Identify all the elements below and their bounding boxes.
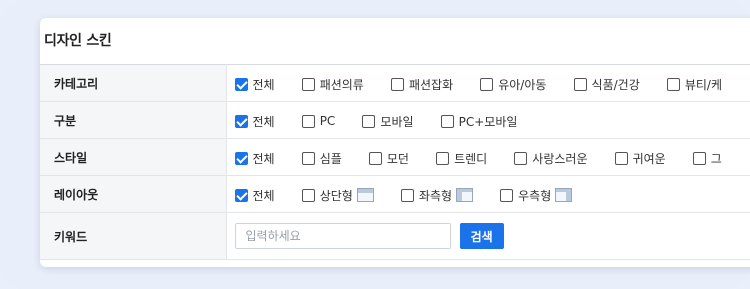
option-layout-top[interactable]: 상단형 <box>301 187 374 204</box>
option-mobile[interactable]: 모바일 <box>362 113 414 130</box>
option-more[interactable]: 그 <box>692 150 722 167</box>
option-trendy[interactable]: 트렌디 <box>436 150 487 167</box>
option-cute[interactable]: 귀여운 <box>614 150 666 167</box>
checkbox[interactable] <box>440 114 454 128</box>
search-button[interactable]: 검색 <box>459 223 504 249</box>
option-kids[interactable]: 유아/아동 <box>480 76 546 93</box>
layout-top-icon <box>356 188 374 202</box>
layout-right-icon <box>555 188 573 202</box>
option-pc[interactable]: PC <box>301 114 335 128</box>
option-all[interactable]: 전체 <box>234 76 275 93</box>
filter-row-layout: 레이아웃 전체 상단형 좌측형 우측형 <box>40 175 750 213</box>
option-lovely[interactable]: 사랑스러운 <box>514 150 587 167</box>
checkbox[interactable] <box>301 114 315 128</box>
checkbox[interactable] <box>400 188 414 202</box>
checkbox[interactable] <box>390 77 404 91</box>
option-layout-right[interactable]: 우측형 <box>500 187 573 204</box>
option-modern[interactable]: 모던 <box>368 150 409 167</box>
row-label: 키워드 <box>40 212 227 260</box>
checkbox[interactable] <box>301 151 315 165</box>
filter-table: 카테고리 전체 패션의류 패션잡화 유아/아동 식품/건강 뷰티/케 구분 전체 <box>40 64 750 260</box>
design-skin-panel: 디자인 스킨 카테고리 전체 패션의류 패션잡화 유아/아동 식품/건강 뷰티/… <box>40 18 750 267</box>
checkbox[interactable] <box>234 151 248 165</box>
checkbox[interactable] <box>614 151 628 165</box>
checkbox[interactable] <box>573 77 587 91</box>
row-label: 카테고리 <box>40 64 227 102</box>
filter-row-keyword: 키워드 검색 <box>40 212 750 260</box>
checkbox[interactable] <box>362 114 376 128</box>
checkbox[interactable] <box>234 77 248 91</box>
panel-title: 디자인 스킨 <box>44 33 112 49</box>
option-food-health[interactable]: 식품/건강 <box>573 76 640 93</box>
checkbox[interactable] <box>514 151 528 165</box>
row-label: 스타일 <box>40 138 227 176</box>
filter-row-type: 구분 전체 PC 모바일 PC+모바일 <box>40 101 750 139</box>
checkbox[interactable] <box>234 114 248 128</box>
filter-row-category: 카테고리 전체 패션의류 패션잡화 유아/아동 식품/건강 뷰티/케 <box>40 64 750 102</box>
option-all[interactable]: 전체 <box>234 187 275 204</box>
checkbox[interactable] <box>301 77 315 91</box>
checkbox[interactable] <box>692 151 706 165</box>
option-beauty[interactable]: 뷰티/케 <box>666 76 722 93</box>
option-all[interactable]: 전체 <box>234 150 275 167</box>
option-simple[interactable]: 심플 <box>301 150 342 167</box>
checkbox[interactable] <box>368 151 382 165</box>
option-pc-mobile[interactable]: PC+모바일 <box>440 113 517 130</box>
keyword-input[interactable] <box>234 223 451 249</box>
checkbox[interactable] <box>436 151 450 165</box>
checkbox[interactable] <box>480 77 494 91</box>
option-fashion-clothing[interactable]: 패션의류 <box>301 76 364 93</box>
checkbox[interactable] <box>301 188 315 202</box>
option-all[interactable]: 전체 <box>234 113 275 130</box>
row-label: 레이아웃 <box>40 175 227 213</box>
row-label: 구분 <box>40 101 227 139</box>
layout-left-icon <box>456 188 474 202</box>
option-layout-left[interactable]: 좌측형 <box>400 187 474 204</box>
checkbox[interactable] <box>234 188 248 202</box>
option-fashion-goods[interactable]: 패션잡화 <box>390 76 453 93</box>
page-frame: 디자인 스킨 카테고리 전체 패션의류 패션잡화 유아/아동 식품/건강 뷰티/… <box>0 0 750 289</box>
filter-row-style: 스타일 전체 심플 모던 트렌디 사랑스러운 귀여운 그 <box>40 138 750 176</box>
checkbox[interactable] <box>500 188 514 202</box>
checkbox[interactable] <box>666 77 680 91</box>
